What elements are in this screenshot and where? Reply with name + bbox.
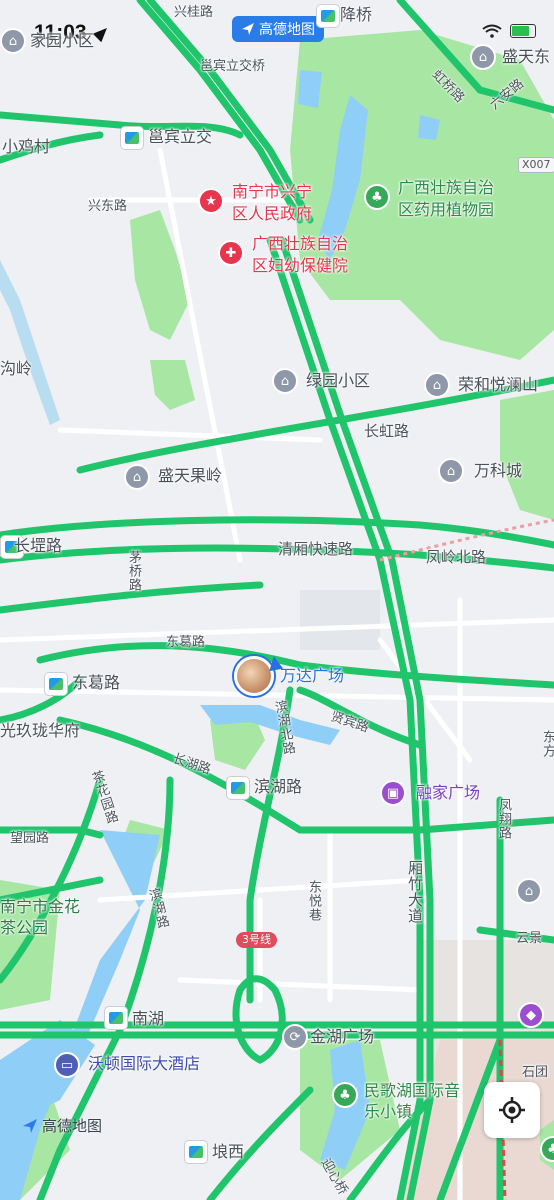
map-label: 盛天果岭 <box>158 466 223 485</box>
battery-icon <box>510 24 536 38</box>
amap-watermark: 高德地图 <box>22 1115 102 1136</box>
poi-name[interactable]: 南宁市金花茶公园 <box>0 896 80 938</box>
map-label: 邕宾立交 <box>148 127 213 146</box>
map-label: 金湖广场 <box>310 1027 375 1046</box>
heading-arrow-icon <box>266 654 284 672</box>
map-label: 厢竹大道 <box>406 860 424 924</box>
map-label: 盛天东 <box>502 47 551 66</box>
park-pin-icon[interactable]: ♣ <box>364 184 390 210</box>
community-pin-icon[interactable]: ⌂ <box>0 28 26 54</box>
map-label: 茅桥路 <box>126 550 141 592</box>
shopping-pin-icon[interactable]: ◆ <box>518 1002 544 1028</box>
locate-icon <box>499 1097 525 1123</box>
poi-name[interactable]: 广西壮族自治 <box>252 233 348 254</box>
metro-station-icon[interactable] <box>44 672 68 696</box>
community-pin-icon[interactable]: ⌂ <box>424 372 450 398</box>
map-label: 绿园小区 <box>306 371 371 390</box>
map-label: 兴桂路 <box>174 5 214 20</box>
hotel-pin-icon[interactable]: ▭ <box>54 1052 80 1078</box>
metro-line-badge: 3号线 <box>236 932 277 948</box>
map-label: 云景 <box>516 931 543 946</box>
community-pin-icon[interactable]: ⌂ <box>124 464 150 490</box>
metro-station-icon[interactable] <box>104 1006 128 1030</box>
map-label: 望园路 <box>10 831 50 846</box>
community-pin-icon[interactable]: ⌂ <box>470 44 496 70</box>
road-shield: X007 <box>518 157 554 173</box>
map-label: 小鸡村 <box>2 137 51 156</box>
amap-logo-icon <box>23 1118 37 1133</box>
mall-pin-icon[interactable]: ▣ <box>380 780 406 806</box>
poi-name[interactable]: 民歌湖国际音乐小镇 <box>364 1080 460 1122</box>
map-label: 南湖 <box>132 1009 165 1028</box>
app-badge-label: 高德地图 <box>259 22 315 38</box>
poi-name[interactable]: 区人民政府 <box>232 203 312 224</box>
community-pin-icon[interactable]: ⌂ <box>516 878 542 904</box>
map-label: 东悦巷 <box>306 880 321 922</box>
community-pin-icon[interactable]: ⌂ <box>438 458 464 484</box>
metro-station-icon[interactable] <box>316 4 340 28</box>
poi-name[interactable]: 广西壮族自治 <box>398 177 494 198</box>
map-label: 埌西 <box>212 1142 245 1161</box>
poi-name[interactable]: 融家广场 <box>416 784 480 802</box>
map-label: 光玖珑华府 <box>0 721 81 740</box>
metro-station-icon[interactable] <box>120 126 144 150</box>
poi-name[interactable]: 区药用植物园 <box>398 199 494 220</box>
map-label: 荣和悦澜山 <box>458 375 539 394</box>
map-label: 长堽路 <box>14 536 63 555</box>
locate-button[interactable] <box>484 1082 540 1138</box>
map-label: 东葛路 <box>72 673 121 692</box>
poi-name[interactable]: 区妇幼保健院 <box>252 255 348 276</box>
metro-station-icon[interactable] <box>226 776 250 800</box>
status-icons <box>482 24 536 38</box>
map-label: 凤岭北路 <box>426 548 487 566</box>
metro-station-icon[interactable] <box>184 1140 208 1164</box>
amap-logo-icon <box>242 23 254 35</box>
app-badge[interactable]: 高德地图 <box>232 16 324 42</box>
map-label: 兴东路 <box>88 199 128 214</box>
map-label: 降桥 <box>340 5 373 24</box>
community-pin-icon[interactable]: ⌂ <box>272 368 298 394</box>
transfer-pin-icon[interactable]: ⟳ <box>282 1024 308 1050</box>
government-pin-icon[interactable]: ★ <box>198 188 224 214</box>
map-label: 滨湖路 <box>254 777 303 796</box>
map-label: 东方 <box>540 730 554 758</box>
map-label: 家园小区 <box>30 31 95 50</box>
map-label: 凤翔路 <box>496 798 511 840</box>
hospital-pin-icon[interactable]: ✚ <box>218 240 244 266</box>
map-label: 长虹路 <box>364 422 410 440</box>
map-label: 东葛路 <box>166 635 206 650</box>
map-label: 石团 <box>522 1065 549 1080</box>
wifi-icon <box>482 24 502 38</box>
park-pin-icon[interactable]: ♣ <box>332 1082 358 1108</box>
map-label: 邕宾立交桥 <box>200 59 266 74</box>
watermark-label: 高德地图 <box>42 1117 103 1135</box>
map-label: 万科城 <box>474 461 523 480</box>
map-label: 沟岭 <box>0 359 33 378</box>
map-label: 清厢快速路 <box>278 540 354 558</box>
poi-name[interactable]: 沃顿国际大酒店 <box>88 1055 200 1073</box>
destination-label[interactable]: 万达广场 <box>280 667 344 685</box>
poi-name[interactable]: 南宁市兴宁 <box>232 181 312 202</box>
